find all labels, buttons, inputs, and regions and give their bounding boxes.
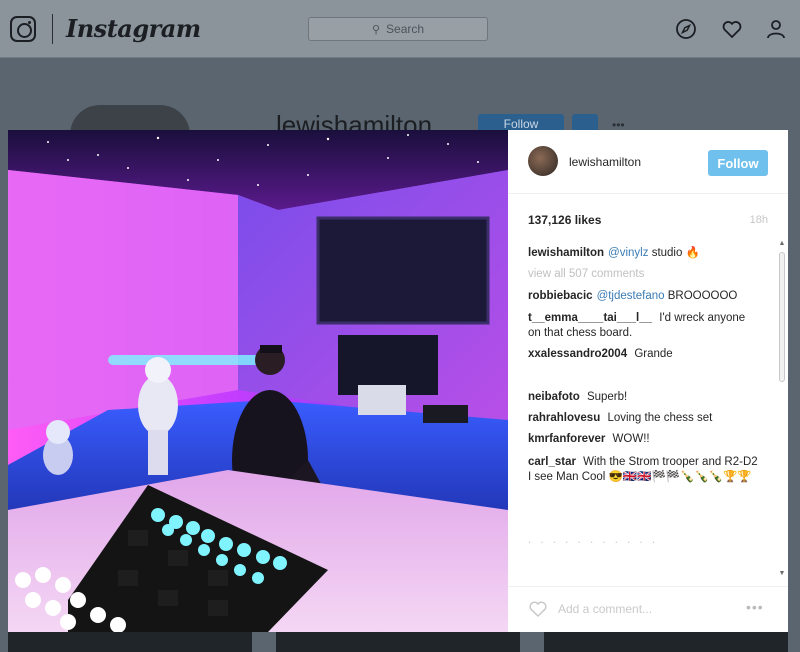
list-item: rahrahlovesu Loving the chess set [528,411,758,426]
post-username[interactable]: lewishamilton [569,155,641,169]
post-side-panel: lewishamilton Follow 137,126 likes 18h l… [508,130,788,632]
comment-username[interactable]: robbiebacic [528,290,593,302]
list-item: robbiebacic @tjdestefano BROOOOOO [528,289,758,304]
compass-icon[interactable] [675,18,697,40]
background-grid-tile [276,632,520,652]
list-item: carl_star With the Strom trooper and R2-… [528,455,758,485]
likes-count[interactable]: 137,126 likes [528,213,601,227]
heart-icon[interactable] [721,18,743,40]
top-navigation-bar: Instagram ⚲ Search [0,0,800,58]
post-modal: lewishamilton Follow 137,126 likes 18h l… [8,130,788,632]
caption: lewishamilton @vinylz studio 🔥 [528,246,758,261]
comment-text: studio 🔥 [651,247,700,259]
comment-username[interactable]: xxalessandro2004 [528,348,627,360]
comment-username[interactable]: carl_star [528,456,576,468]
comment-mention[interactable]: @vinylz [608,247,648,259]
blurred-comment-line: . . . . . . . . . . . . . . . [528,569,708,576]
comment-mention[interactable]: @tjdestefano [597,290,665,302]
person-icon[interactable] [765,18,787,40]
comment-username[interactable]: rahrahlovesu [528,412,600,424]
list-item: neibafoto Superb! [528,390,758,405]
search-input[interactable]: ⚲ Search [308,17,488,41]
post-header: lewishamilton Follow [508,130,788,194]
view-all-comments-link[interactable]: view all 507 comments [528,267,758,282]
comment-text: WOW!! [612,433,650,445]
search-placeholder: Search [386,22,425,36]
add-comment-input[interactable] [558,597,738,621]
comment-username[interactable]: neibafoto [528,391,580,403]
instagram-logo-icon[interactable] [10,16,36,42]
comment-text: BROOOOOO [667,290,738,302]
blurred-comment-line: . . . . . . . . . . . [528,534,659,546]
list-item: kmrfanforever WOW!! [528,432,758,447]
comment-username[interactable]: t__emma____tai___l__ [528,312,652,324]
background-grid-tile [8,632,252,652]
scroll-up-arrow-icon[interactable]: ▲ [778,240,786,247]
comment-username[interactable]: lewishamilton [528,247,604,259]
post-footer: ••• [508,586,788,632]
instagram-wordmark[interactable]: Instagram [66,14,201,43]
comment-username[interactable]: kmrfanforever [528,433,605,445]
comments-list: lewishamilton @vinylz studio 🔥 view all 5… [528,246,768,576]
comment-text: Grande [634,348,673,360]
background-grid-tile [544,632,788,652]
comment-text: Loving the chess set [607,412,713,424]
avatar[interactable] [528,146,558,176]
more-options-icon[interactable]: ••• [746,600,768,614]
logo-divider [52,14,53,44]
studio-photo-illustration [8,130,508,632]
post-photo[interactable] [8,130,508,632]
scroll-down-arrow-icon[interactable]: ▼ [778,570,786,577]
search-icon: ⚲ [371,24,381,36]
comment-text: Superb! [586,391,628,403]
like-heart-icon[interactable] [528,599,548,619]
list-item: t__emma____tai___l__ I'd wreck anyone on… [528,311,758,341]
post-timestamp[interactable]: 18h [750,214,768,226]
follow-button[interactable]: Follow [708,150,768,176]
scrollbar-thumb[interactable] [779,252,785,382]
list-item: xxalessandro2004 Grande [528,347,758,362]
comments-scrollbar[interactable]: ▲ ▼ [778,240,786,580]
